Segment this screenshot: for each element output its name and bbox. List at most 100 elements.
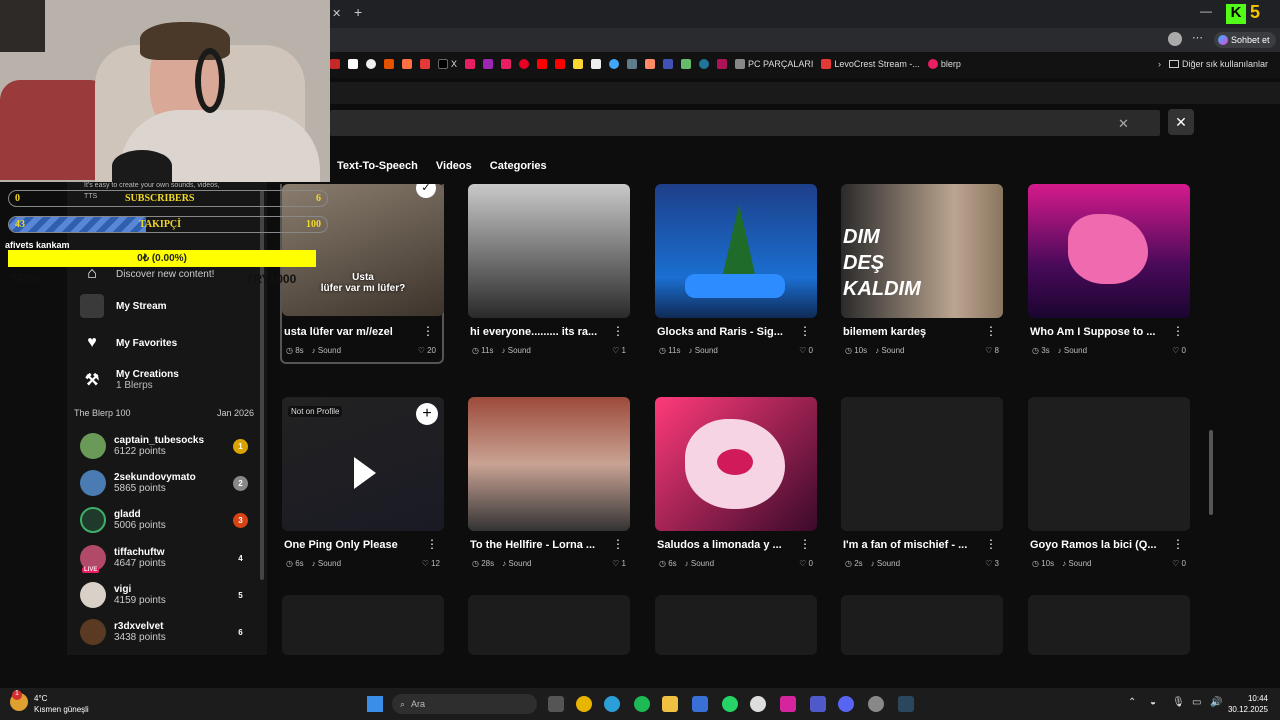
tab-categories[interactable]: Categories [490,160,547,172]
bookmark-folder-other[interactable]: Diğer sık kullanılanlar [1168,59,1268,69]
bookmark-favicon[interactable] [627,59,638,69]
chatgpt-icon[interactable] [750,696,766,712]
bookmark-favicon[interactable] [519,59,530,69]
leaderboard-row[interactable]: LIVE tiffachuftw 4647 points 4 [80,543,252,573]
more-options-icon[interactable]: ⋮ [1172,537,1184,551]
minimize-icon[interactable]: — [1200,4,1212,18]
blerp-card[interactable]: Glocks and Raris - Sig... ⋮ ◷ 11s ♪ Sound… [655,184,819,364]
close-modal-button[interactable]: ✕ [1168,109,1194,135]
clear-search-icon[interactable]: ✕ [1118,116,1129,132]
leaderboard-row[interactable]: captain_tubesocks 6122 points 1 [80,431,252,461]
bookmark-favicon[interactable] [501,59,512,69]
leaderboard-row[interactable]: 2sekundovymato 5865 points 2 [80,468,252,498]
more-options-icon[interactable]: ⋮ [985,537,997,551]
blerp-card[interactable]: Not on Profile + One Ping Only Please ⋮ … [282,397,446,577]
bookmark-favicon[interactable] [420,59,430,69]
bookmark-favicon[interactable] [717,59,728,69]
more-options-icon[interactable]: ⋮ [612,537,624,551]
more-options-icon[interactable]: ⋮ [422,324,434,338]
more-options-icon[interactable]: ⋮ [426,537,438,551]
file-explorer-icon[interactable] [662,696,678,712]
more-options-icon[interactable]: ⋮ [612,324,624,338]
teams-icon[interactable] [810,696,826,712]
card-placeholder [1028,595,1190,655]
more-menu-icon[interactable]: ⋯ [1192,31,1203,44]
instagram-icon[interactable] [780,696,796,712]
bookmark-favicon[interactable] [573,59,584,69]
modal-tabs: Text-To-Speech Videos Categories [337,160,547,172]
bookmark-pc-parcalari[interactable]: PC PARÇALARI [735,59,813,69]
network-icon[interactable]: ◒ [1150,697,1156,708]
bookmark-favicon[interactable] [348,59,358,69]
add-icon[interactable]: + [416,403,438,425]
new-tab-icon[interactable]: + [354,4,362,20]
leaderboard-row[interactable]: r3dxvelvet 3438 points 6 [80,617,252,647]
bookmark-favicon[interactable] [645,59,656,69]
leaderboard-row[interactable]: gladd 5006 points 3 [80,505,252,535]
steam-icon[interactable] [898,696,914,712]
avatar [80,582,106,608]
bookmark-blerp[interactable]: blerp [927,59,961,69]
profile-avatar[interactable] [1168,32,1182,46]
blerp-card[interactable]: To the Hellfire - Lorna ... ⋮ ◷ 28s ♪ Sou… [468,397,632,577]
bookmark-x[interactable]: X [438,59,457,69]
page-scrollbar[interactable] [1209,430,1213,515]
more-options-icon[interactable]: ⋮ [799,537,811,551]
bookmark-favicon[interactable] [591,59,602,69]
blerp-card[interactable]: hi everyone......... its ra... ⋮ ◷ 11s ♪ … [468,184,632,364]
blerp-card[interactable]: Goyo Ramos la bici (Q... ⋮ ◷ 10s ♪ Sound ♡… [1028,397,1192,577]
spotify-icon[interactable] [634,696,650,712]
bookmark-favicon[interactable] [681,59,692,69]
chevron-up-icon[interactable]: ⌃ [1128,697,1136,708]
weather-widget[interactable]: 4°C Kısmen güneşli [34,693,89,715]
play-icon[interactable] [354,457,376,489]
chevron-right-icon[interactable]: › [1158,59,1161,69]
display-icon[interactable]: ▭ [1192,697,1201,708]
store-icon[interactable] [692,696,708,712]
tab-close-icon[interactable]: ✕ [332,7,341,20]
bookmark-favicon[interactable] [555,59,566,69]
sidebar-item-my-creations[interactable]: ⚒ My Creations 1 Blerps [80,368,179,392]
bookmark-favicon[interactable] [384,59,394,69]
blerp-card[interactable]: Saludos a limonada y ... ⋮ ◷ 6s ♪ Sound ♡ … [655,397,819,577]
bookmark-favicon[interactable] [663,59,674,69]
tab-videos[interactable]: Videos [436,160,472,172]
leaderboard-row[interactable]: vigi 4159 points 5 [80,580,252,610]
bookmark-levocrest[interactable]: LevoCrest Stream -... [821,59,920,69]
edge-icon[interactable] [604,696,620,712]
donation-goal-bar: 0₺ (0.00%) [8,250,316,267]
bookmark-favicon[interactable] [402,59,412,69]
sidebar-item-my-favorites[interactable]: ♥ My Favorites [80,331,177,355]
subscribers-bar: 0 SUBSCRIBERS 6 [8,190,328,207]
copilot-button[interactable]: Sohbet et [1214,32,1276,48]
blerp-card[interactable]: DIM DEŞ KALDIM bilemem kardeş ⋮ ◷ 10s ♪ S… [841,184,1005,364]
chrome-icon[interactable] [576,696,592,712]
taskbar-search[interactable]: ⌕ Ara [392,694,537,714]
tab-text-to-speech[interactable]: Text-To-Speech [337,160,418,172]
blerp-card[interactable]: Who Am I Suppose to ... ⋮ ◷ 3s ♪ Sound ♡ 0 [1028,184,1192,364]
bookmark-favicon[interactable] [465,59,476,69]
whatsapp-icon[interactable] [722,696,738,712]
bookmark-favicon[interactable] [699,59,710,69]
bookmark-favicon[interactable] [483,59,494,69]
goal-progress-fill [9,217,146,232]
more-options-icon[interactable]: ⋮ [1172,324,1184,338]
more-options-icon[interactable]: ⋮ [799,324,811,338]
volume-icon[interactable]: 🔊 [1210,697,1222,708]
task-view-icon[interactable] [548,696,564,712]
microphone-tray-icon[interactable]: 🎙 [1172,697,1185,708]
bookmark-favicon[interactable] [366,59,376,69]
blerp-card[interactable]: I'm a fan of mischief - ... ⋮ ◷ 2s ♪ Soun… [841,397,1005,577]
discord-icon[interactable] [838,696,854,712]
clock[interactable]: 10:44 30.12.2025 [1226,693,1268,715]
more-options-icon[interactable]: ⋮ [985,324,997,338]
search-input[interactable] [330,110,1160,136]
sidebar-item-my-stream[interactable]: My Stream [80,294,167,318]
check-icon[interactable]: ✓ [416,184,436,198]
bookmark-favicon[interactable] [537,59,548,69]
bookmark-favicon[interactable] [330,59,340,69]
windows-start-icon[interactable] [367,696,383,712]
app-icon[interactable] [868,696,884,712]
card-thumbnail [841,397,1003,531]
bookmark-favicon[interactable] [609,59,620,69]
